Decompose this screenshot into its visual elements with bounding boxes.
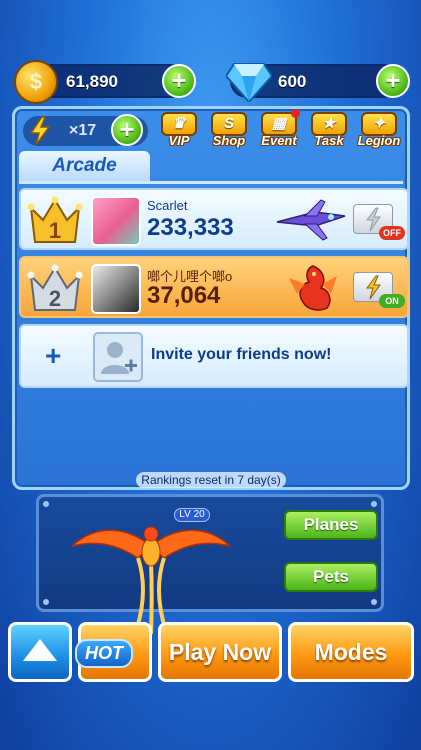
plane-icon [276,199,346,241]
energy-count: ×17 [69,122,97,139]
svg-text:2: 2 [49,286,61,311]
planes-button[interactable]: Planes [284,510,378,540]
ranking-row: 1 Scarlet 233,333 OFF [19,188,409,250]
dragon-icon [289,265,337,311]
invite-label: Invite your friends now! [151,346,332,363]
task-button[interactable]: ★ Task [305,112,353,152]
arrow-up-icon [23,639,57,661]
silver-crown-icon: 2 [27,264,83,311]
avatar[interactable] [91,264,141,314]
gem-counter: 600 [226,63,400,102]
hot-button[interactable]: HOT [75,622,152,682]
player-score: 233,333 [147,214,234,241]
legion-button[interactable]: ✦ Legion [355,112,403,152]
gem-value: 600 [278,72,307,91]
lightning-icon [29,116,51,146]
rankings-reset-note: Rankings reset in 7 day(s) [136,472,286,488]
pets-button[interactable]: Pets [284,562,378,592]
play-now-button[interactable]: Play Now [158,622,282,682]
ranking-list: 1 Scarlet 233,333 OFF 2 啷个儿哩个啷o 37,064 O… [19,181,409,471]
add-gems-button[interactable]: + [376,64,410,98]
modes-label: Modes [314,639,388,665]
event-button[interactable]: ▦ Event [255,112,303,152]
coin-value: 61,890 [66,72,118,91]
add-friend-icon [93,332,143,382]
expand-menu-button[interactable] [8,622,72,682]
avatar[interactable] [91,196,141,246]
rivet [371,599,377,605]
gold-crown-icon: 1 [27,196,83,243]
player-score: 37,064 [147,282,221,309]
rivet [43,501,49,507]
add-energy-button[interactable]: + [111,114,143,146]
ranking-row: 2 啷个儿哩个啷o 37,064 ON [19,256,409,318]
shop-button[interactable]: S Shop [205,112,253,152]
plus-icon: + [45,340,62,371]
add-coins-button[interactable]: + [162,64,196,98]
pet-level-badge: LV 20 [174,508,210,522]
notification-dot [291,109,300,118]
svg-text:1: 1 [49,218,61,243]
vip-button[interactable]: ♛ VIP [155,112,203,152]
player-name: Scarlet [147,198,188,213]
rivet [371,501,377,507]
tab-arcade[interactable]: Arcade [19,151,150,181]
play-now-label: Play Now [168,639,272,665]
toggle-switch[interactable]: ON [379,294,405,308]
invite-row[interactable]: + Invite your friends now! [19,324,409,388]
phoenix-pet-icon[interactable] [66,506,236,636]
rivet [43,599,49,605]
coin-icon: $ [14,60,58,104]
modes-button[interactable]: Modes [288,622,414,682]
toggle-switch[interactable]: OFF [379,226,405,240]
energy-counter: ×17 + [23,114,148,146]
leaderboard-panel: ×17 + ♛ VIP S Shop ▦ Event ★ Task ✦ Legi… [12,106,410,490]
hot-label: HOT [75,639,133,668]
diamond-icon [226,63,272,102]
